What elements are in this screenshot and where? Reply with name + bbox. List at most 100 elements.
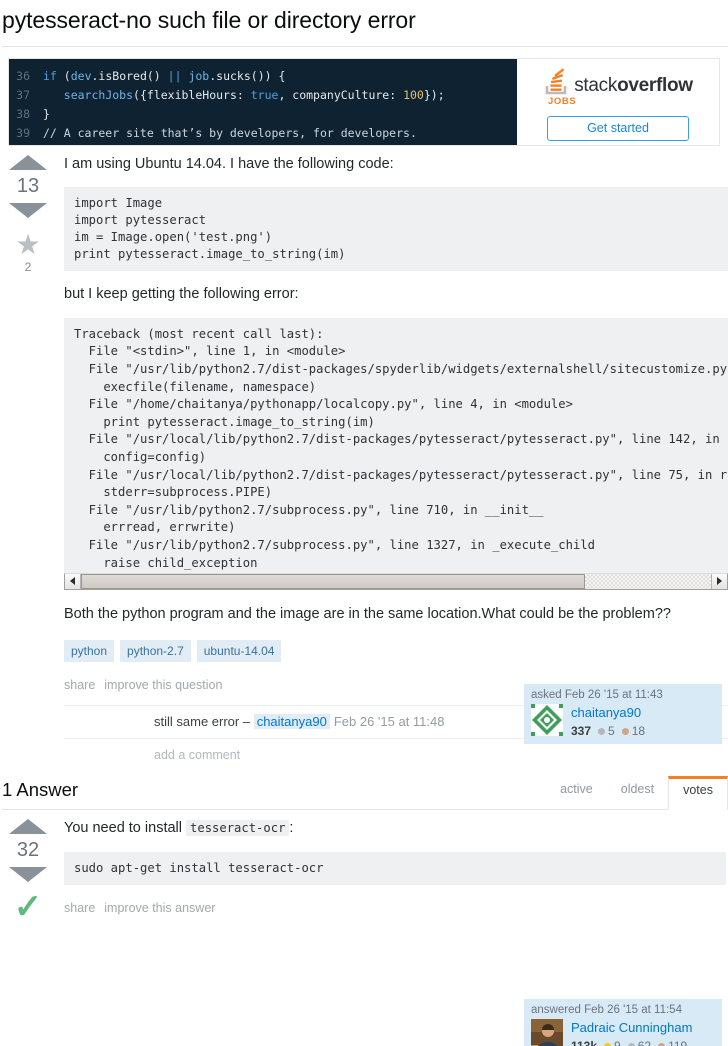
asked-label: asked	[531, 689, 562, 701]
traceback-block: Traceback (most recent call last): File …	[64, 317, 728, 573]
code-token: .sucks()) {	[209, 68, 286, 83]
traceback-container: Traceback (most recent call last): File …	[64, 317, 728, 590]
tag-python[interactable]: python	[64, 640, 115, 663]
bronze-badge-icon	[621, 727, 629, 735]
caret-right-icon	[717, 577, 722, 586]
question-owner-reputation: 337 5 18	[571, 724, 645, 738]
bronze-badge-group: 119	[658, 1039, 687, 1046]
bronze-badge-count: 18	[631, 724, 646, 738]
sort-tab-active[interactable]: active	[546, 776, 607, 803]
answer-vote-cell: 32 ✓	[0, 810, 56, 926]
stackoverflow-icon	[543, 67, 569, 95]
tag-ubuntu-14.04[interactable]: ubuntu-14.04	[196, 640, 282, 663]
code-token: , companyCulture:	[278, 87, 404, 102]
scrollbar-thumb[interactable]	[81, 573, 585, 589]
code-token: }	[43, 106, 50, 121]
question-owner-card[interactable]: asked Feb 26 '15 at 11:43 chaitanya90 33…	[524, 684, 722, 744]
job-ad-line-number: 38	[16, 106, 30, 121]
question-body: I am using Ubuntu 14.04. I have the foll…	[56, 146, 728, 762]
question-code-block: import Image import pytesseract im = Ima…	[64, 187, 728, 272]
scrollbar-track[interactable]	[81, 573, 711, 589]
question-improve-link[interactable]: improve this question	[104, 678, 222, 692]
answer-downvote-arrow-icon[interactable]	[9, 866, 47, 882]
sort-tab-votes[interactable]: votes	[668, 775, 728, 810]
get-started-button[interactable]: Get started	[547, 115, 689, 141]
answer-improve-link[interactable]: improve this answer	[104, 901, 215, 915]
gold-badge-icon	[604, 1042, 612, 1046]
gold-badge-group: 9	[604, 1039, 621, 1046]
code-token: job	[188, 68, 210, 83]
code-token: .isBored()	[91, 68, 168, 83]
comment-gutter	[64, 713, 154, 731]
answer-owner-body: Padraic Cunningham 113k 9 62 119	[531, 1019, 716, 1046]
answer-owner-name[interactable]: Padraic Cunningham	[571, 1020, 692, 1035]
answer-inline-code: tesseract-ocr	[186, 819, 290, 836]
question-vote-count: 13	[16, 174, 40, 197]
question-asked-line: asked Feb 26 '15 at 11:43	[531, 689, 716, 701]
question-post: 13 ★ 2 I am using Ubuntu 14.04. I have t…	[0, 146, 728, 762]
favorite-star-icon[interactable]: ★	[15, 230, 40, 259]
job-ad-line-text: searchJobs({flexibleHours: true, company…	[43, 86, 445, 105]
silver-badge-count: 62	[637, 1039, 652, 1046]
bronze-badge-count: 119	[668, 1039, 688, 1046]
comment-body: still same error	[154, 714, 243, 730]
question-error-lead: but I keep getting the following error:	[64, 286, 299, 303]
question-owner-body: chaitanya90 337 5 18	[531, 704, 716, 738]
job-ad-banner[interactable]: 36 if (dev.isBored() || job.sucks()) {37 …	[8, 57, 720, 146]
answers-count: 1 Answer	[2, 778, 79, 800]
avatar[interactable]	[531, 1019, 563, 1046]
upvote-arrow-icon[interactable]	[9, 154, 47, 170]
question-owner-name[interactable]: chaitanya90	[571, 705, 641, 720]
code-token: ||	[167, 68, 189, 83]
question-share-link[interactable]: share	[64, 678, 95, 692]
answer-upvote-arrow-icon[interactable]	[9, 818, 47, 834]
code-token: // A career site that’s by developers, f…	[43, 125, 417, 140]
code-token: });	[423, 87, 445, 102]
sort-tab-oldest[interactable]: oldest	[607, 776, 668, 803]
code-token: dev	[70, 68, 92, 83]
scroll-right-button[interactable]	[711, 573, 727, 589]
answer-owner-reputation: 113k 9 62 119	[571, 1039, 692, 1046]
answer-code-block: sudo apt-get install tesseract-ocr	[64, 851, 726, 885]
code-token: if	[43, 68, 64, 83]
asked-date: Feb 26 '15 at 11:43	[564, 689, 663, 701]
answer-text-before-code: You need to install	[64, 819, 182, 836]
avatar[interactable]	[531, 704, 563, 736]
downvote-arrow-icon[interactable]	[9, 202, 47, 218]
code-token: (	[63, 68, 71, 83]
answer-text-after-code: :	[289, 819, 294, 836]
answer-owner-card[interactable]: answered Feb 26 '15 at 11:54 Padraic Cun…	[524, 999, 722, 1046]
answer-post: 32 ✓ You need to install tesseract-ocr: …	[0, 810, 728, 926]
answer-post-menu: share improve this answer	[64, 901, 726, 915]
question-intro-text: I am using Ubuntu 14.04. I have the foll…	[64, 155, 394, 172]
job-ad-line-text: if (dev.isBored() || job.sucks()) {	[43, 67, 285, 86]
comment-author-link[interactable]: chaitanya90	[253, 714, 330, 730]
logo-overflow: overflow	[617, 74, 693, 96]
accepted-answer-checkmark-icon: ✓	[13, 887, 43, 926]
code-token: true	[250, 87, 279, 102]
answer-owner-details: Padraic Cunningham 113k 9 62 119	[571, 1019, 692, 1046]
job-ad-code-line: 37 searchJobs({flexibleHours: true, comp…	[9, 86, 517, 105]
scroll-left-button[interactable]	[65, 573, 81, 589]
answered-date: Feb 26 '15 at 11:54	[584, 1004, 682, 1016]
job-ad-code-line: 38}	[9, 105, 517, 124]
job-ad-code: 36 if (dev.isBored() || job.sucks()) {37 …	[9, 58, 517, 145]
silver-badge-group: 62	[627, 1039, 652, 1046]
code-token: ({flexibleHours:	[133, 87, 251, 102]
page-header: pytesseract-no such file or directory er…	[0, 0, 728, 47]
jobs-tagline: JOBS	[548, 95, 577, 107]
traceback-horizontal-scrollbar[interactable]	[64, 572, 728, 590]
reputation-value: 113k	[571, 1039, 598, 1046]
answer-share-link[interactable]: share	[64, 901, 95, 915]
silver-badge-group: 5	[598, 724, 615, 738]
question-outro-text: Both the python program and the image ar…	[64, 605, 671, 622]
page-title: pytesseract-no such file or directory er…	[2, 7, 416, 33]
job-ad-line-number: 37	[16, 87, 30, 102]
logo-stack: stack	[574, 74, 618, 96]
comment-dash: –	[242, 714, 254, 730]
job-ad-line-text: // A career site that’s by developers, f…	[43, 124, 417, 143]
question-owner-details: chaitanya90 337 5 18	[571, 704, 645, 738]
tag-python-2.7[interactable]: python-2.7	[120, 640, 191, 663]
job-ad-line-number: 39	[16, 125, 30, 140]
